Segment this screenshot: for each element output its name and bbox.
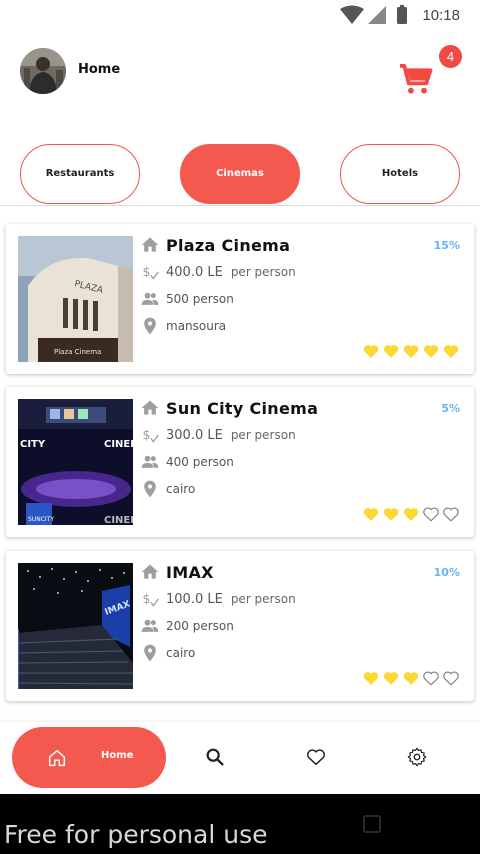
bottom-nav: Home [0, 722, 480, 794]
heart-icon[interactable] [305, 746, 327, 768]
status-bar: 10:18 [0, 0, 480, 32]
svg-text:$: $ [143, 264, 151, 279]
tab-hotels[interactable]: Hotels [340, 144, 460, 204]
location-pin-icon [144, 644, 156, 662]
clock: 10:18 [422, 7, 460, 24]
heart-filled-icon [363, 508, 379, 521]
people-icon [141, 619, 159, 632]
tab-cinemas[interactable]: Cinemas [180, 144, 300, 204]
app-header: Home 4 [0, 45, 480, 100]
search-icon[interactable] [204, 746, 226, 768]
location-pin-icon [144, 480, 156, 498]
battery-icon [397, 7, 407, 24]
recents-icon[interactable] [362, 814, 382, 834]
listing-price: 400.0 LE [166, 264, 223, 280]
rating-hearts [362, 669, 460, 687]
price-unit: per person [230, 592, 296, 606]
heart-outline-icon [423, 671, 439, 686]
heart-outline-icon [443, 671, 459, 686]
heart-filled-icon [383, 672, 399, 685]
price-icon: $ [143, 427, 159, 443]
cart-badge: 4 [439, 45, 462, 68]
status-icons [340, 5, 407, 24]
svg-text:CITY: CITY [20, 439, 46, 450]
svg-text:CINEM: CINEM [104, 439, 133, 450]
list-item[interactable]: IMAX IMAX $ 100.0 LE per person 200 pers… [6, 551, 474, 701]
list-item[interactable]: CITY CINEM SUNCITY CINEM Sun City Cinema… [6, 387, 474, 537]
nav-home-label: Home [101, 750, 134, 761]
heart-filled-icon [403, 345, 419, 358]
discount-badge: 10% [433, 566, 460, 579]
heart-filled-icon [383, 508, 399, 521]
listing-name: Plaza Cinema [166, 235, 291, 255]
category-tabs: Restaurants Cinemas Hotels [0, 144, 480, 206]
page-title: Home [78, 62, 121, 77]
nav-home-button[interactable]: Home [12, 727, 166, 788]
listing-capacity: 200 person [166, 619, 234, 633]
heart-filled-icon [363, 672, 379, 685]
price-icon: $ [143, 591, 159, 607]
heart-filled-icon [443, 345, 459, 358]
heart-filled-icon [403, 672, 419, 685]
price-unit: per person [230, 428, 296, 442]
avatar[interactable] [20, 48, 66, 94]
divider [0, 205, 480, 206]
home-icon [141, 564, 159, 579]
svg-text:$: $ [143, 591, 151, 606]
listing-capacity: 400 person [166, 455, 234, 469]
listing-capacity: 500 person [166, 292, 234, 306]
listing-location: cairo [166, 482, 196, 496]
svg-text:SUNCITY: SUNCITY [28, 516, 54, 523]
heart-filled-icon [383, 345, 399, 358]
listing-price: 300.0 LE [166, 427, 223, 443]
svg-text:CINEM: CINEM [104, 515, 133, 525]
wifi-icon [340, 5, 364, 24]
svg-text:$: $ [143, 427, 151, 442]
people-icon [141, 292, 159, 305]
watermark: Free for personal use [4, 820, 268, 849]
home-outline-icon [48, 749, 66, 767]
home-icon [141, 400, 159, 415]
rating-hearts [362, 505, 460, 523]
heart-filled-icon [423, 345, 439, 358]
tab-restaurants[interactable]: Restaurants [20, 144, 140, 204]
cart-icon[interactable] [398, 63, 434, 95]
price-icon: $ [143, 264, 159, 280]
discount-badge: 15% [433, 239, 460, 252]
location-pin-icon [144, 317, 156, 335]
signal-icon [368, 6, 386, 24]
discount-badge: 5% [441, 402, 460, 415]
heart-outline-icon [423, 507, 439, 522]
heart-filled-icon [403, 508, 419, 521]
rating-hearts [362, 342, 460, 360]
listing-price: 100.0 LE [166, 591, 223, 607]
heart-outline-icon [443, 507, 459, 522]
listing-location: mansoura [166, 319, 227, 333]
gear-icon[interactable] [406, 746, 428, 768]
people-icon [141, 455, 159, 468]
listing-photo: CITY CINEM SUNCITY CINEM [18, 399, 133, 525]
price-unit: per person [230, 265, 296, 279]
listing-photo: PLAZA Plaza Cinema [18, 236, 133, 362]
listing-name: Sun City Cinema [166, 398, 319, 418]
listing-name: IMAX [166, 562, 214, 582]
list-item[interactable]: PLAZA Plaza Cinema Plaza Cinema $ 400.0 … [6, 224, 474, 374]
listing-location: cairo [166, 646, 196, 660]
home-icon [141, 237, 159, 252]
heart-filled-icon [363, 345, 379, 358]
svg-text:Plaza Cinema: Plaza Cinema [54, 348, 101, 356]
listing-photo: IMAX [18, 563, 133, 689]
